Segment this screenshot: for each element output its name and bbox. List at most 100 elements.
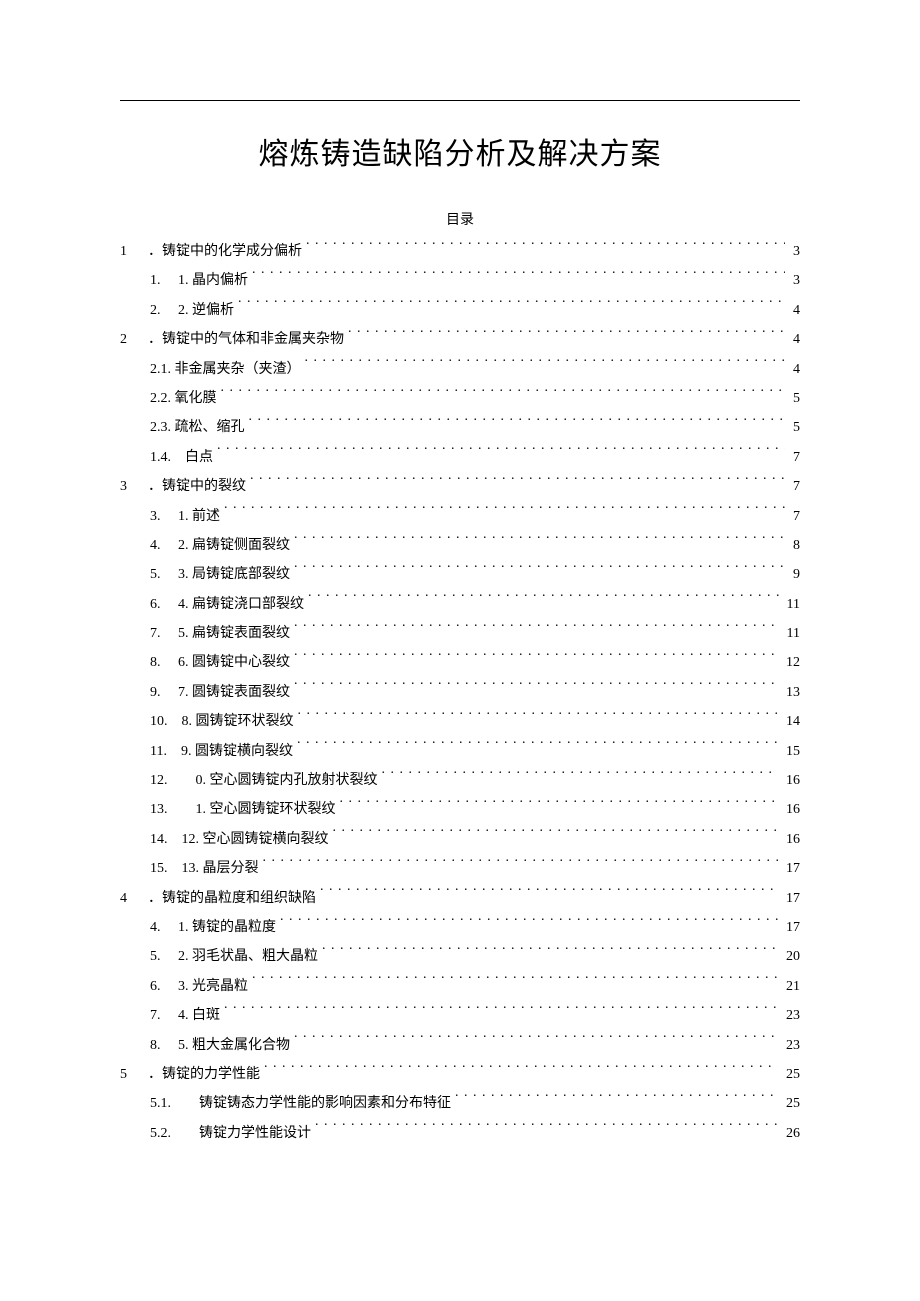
toc-entry-page: 14 [782,707,800,736]
toc-entry: 4.1. 铸锭的晶粒度17 [120,913,800,942]
toc-entry: 1 ．铸锭中的化学成分偏析 3 [120,237,800,266]
toc-entry-label: 2. 扁铸锭侧面裂纹 [178,531,290,560]
toc-entry-label: 2.3. 疏松、缩孔 [150,413,245,442]
toc-entry: 1.1. 晶内偏析3 [120,266,800,295]
toc-entry: 3．铸锭中的裂纹7 [120,472,800,501]
toc-entry-label: 1. 前述 [178,502,220,531]
toc-entry: 10.8. 圆铸锭环状裂纹14 [120,707,800,736]
toc-entry-number: 5.1. [150,1089,171,1118]
toc-leader-dots [294,535,785,549]
toc-entry-number: 5. [150,942,164,971]
toc-leader-dots [333,829,779,843]
toc-entry: 7.4. 白斑23 [120,1001,800,1030]
toc-entry: 2.3. 疏松、缩孔5 [120,413,800,442]
toc-entry-label: ．铸锭的晶粒度和组织缺陷 [148,884,316,913]
toc-entry-page: 17 [782,913,800,942]
toc-entry: 13. 1. 空心圆铸锭环状裂纹16 [120,795,800,824]
toc-leader-dots [252,976,778,990]
toc-entry-number: 1 [120,237,134,266]
toc-leader-dots [455,1093,778,1107]
toc-entry-number: 5.2. [150,1119,171,1148]
toc-entry-number: 5. [150,560,164,589]
toc-entry-number: 6. [150,972,164,1001]
toc-leader-dots [306,241,785,255]
toc-header: 目录 [120,209,800,229]
toc-entry-label: 0. 空心圆铸锭内孔放射状裂纹 [182,766,378,795]
toc-entry-page: 20 [782,942,800,971]
toc-entry-page: 25 [782,1089,800,1118]
toc-entry-page: 4 [789,296,800,325]
toc-leader-dots [294,623,779,637]
toc-entry-label: 7. 圆铸锭表面裂纹 [178,678,290,707]
toc-entry-label: 3. 光亮晶粒 [178,972,248,1001]
toc-entry-page: 16 [782,795,800,824]
toc-entry-page: 26 [782,1119,800,1148]
toc-entry-number: 1. [150,266,164,295]
toc-leader-dots [294,652,778,666]
toc-leader-dots [263,858,779,872]
toc-entry-page: 7 [789,443,800,472]
toc-entry: 6. 3. 光亮晶粒 21 [120,972,800,1001]
toc-leader-dots [348,329,785,343]
toc-entry-number: 3 [120,472,134,501]
horizontal-rule [120,100,800,101]
toc-entry-number: 5 [120,1060,134,1089]
toc-leader-dots [224,1005,778,1019]
toc-entry-label: 5. 扁铸锭表面裂纹 [178,619,290,648]
toc-leader-dots [249,417,786,431]
toc-entry-number: 8. [150,648,164,677]
toc-leader-dots [224,506,785,520]
toc-entry-page: 3 [789,237,800,266]
toc-leader-dots [264,1064,778,1078]
toc-entry-page: 23 [782,1031,800,1060]
toc-leader-dots [252,270,785,284]
toc-entry-page: 17 [782,854,800,883]
toc-entry-number: 14. [150,825,168,854]
toc-entry: 5. 3. 局铸锭底部裂纹 9 [120,560,800,589]
toc-entry-label: 2.2. 氧化膜 [150,384,217,413]
toc-entry-page: 5 [789,384,800,413]
toc-leader-dots [221,388,786,402]
toc-entry-label: 2.1. 非金属夹杂（夹渣） [150,355,301,384]
toc-entry-number: 12. [150,766,168,795]
toc-entry-page: 11 [783,590,800,619]
toc-entry: 2.2. 逆偏析4 [120,296,800,325]
toc-entry: 2．铸锭中的气体和非金属夹杂物4 [120,325,800,354]
toc-entry: 11.9. 圆铸锭横向裂纹15 [120,737,800,766]
toc-entry-page: 7 [789,472,800,501]
toc-leader-dots [217,447,785,461]
toc-entry-number: 10. [150,707,168,736]
toc-entry-page: 17 [782,884,800,913]
toc-entry-page: 8 [789,531,800,560]
toc-entry: 14.12. 空心圆铸锭横向裂纹16 [120,825,800,854]
toc-entry: 8.5. 粗大金属化合物23 [120,1031,800,1060]
toc-entry-page: 4 [789,355,800,384]
toc-entry-label: ．铸锭中的化学成分偏析 [148,237,302,266]
toc-entry-number: 9. [150,678,164,707]
toc-entry-page: 12 [782,648,800,677]
toc-entry: 5.2. 铸锭力学性能设计26 [120,1119,800,1148]
toc-entry-number: 13. [150,795,168,824]
toc-entry-number: 4. [150,913,164,942]
toc-entry-page: 15 [782,737,800,766]
toc-entry-label: 3. 局铸锭底部裂纹 [178,560,290,589]
table-of-contents: 1．铸锭中的化学成分偏析31.1. 晶内偏析32.2. 逆偏析42．铸锭中的气体… [120,237,800,1148]
toc-entry-label: ．铸锭的力学性能 [148,1060,260,1089]
toc-entry-page: 25 [782,1060,800,1089]
toc-leader-dots [238,300,785,314]
toc-entry-page: 9 [789,560,800,589]
toc-entry-page: 3 [789,266,800,295]
toc-entry: 2.1. 非金属夹杂（夹渣） 4 [120,355,800,384]
toc-entry-label: 6. 圆铸锭中心裂纹 [178,648,290,677]
toc-leader-dots [298,711,779,725]
toc-entry-label: 1.4. 白点 [150,443,213,472]
toc-entry-number: 15. [150,854,168,883]
toc-entry-number: 2 [120,325,134,354]
toc-entry: 4.2. 扁铸锭侧面裂纹8 [120,531,800,560]
toc-entry-number: 2. [150,296,164,325]
toc-entry-page: 21 [782,972,800,1001]
toc-leader-dots [294,1035,778,1049]
toc-entry-page: 16 [782,766,800,795]
toc-entry-page: 7 [789,502,800,531]
toc-entry-number: 4 [120,884,134,913]
